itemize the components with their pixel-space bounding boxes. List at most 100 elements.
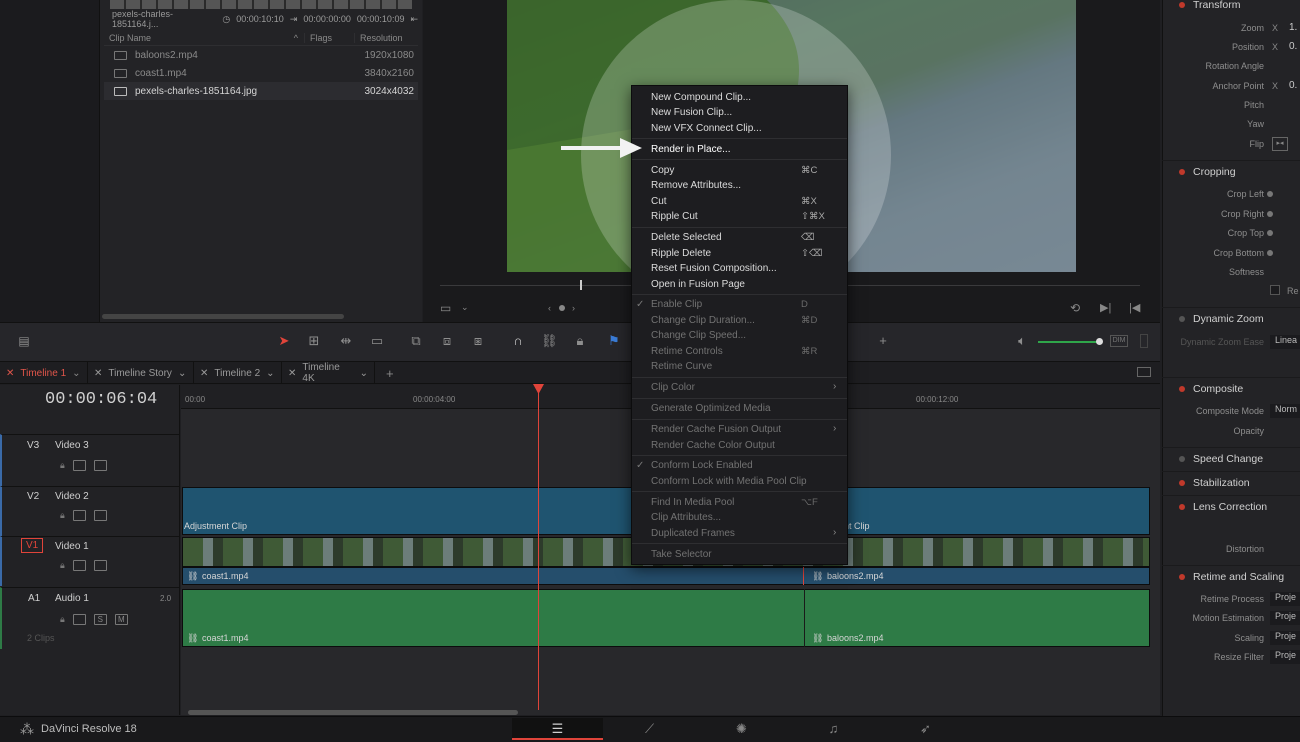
link-icon[interactable]: ⛓: [541, 333, 558, 349]
previous-icon[interactable]: ‹: [548, 303, 551, 313]
column-clip-name[interactable]: Clip Name ^: [104, 33, 304, 43]
blade-icon[interactable]: ▭: [369, 333, 385, 349]
clip-row[interactable]: baloons2.mp4 1920x1080: [104, 46, 418, 64]
menu-item-conform-lock-enabled[interactable]: Conform Lock Enabled: [651, 460, 753, 471]
section-enable-icon[interactable]: [1179, 385, 1185, 392]
edit-point[interactable]: [803, 567, 804, 585]
edit-page-icon[interactable]: ☰: [512, 718, 603, 740]
chevron-down-icon[interactable]: ⌄: [461, 302, 469, 313]
section-dynamic-zoom[interactable]: Dynamic Zoom: [1162, 307, 1300, 329]
volume-knob[interactable]: [1096, 338, 1103, 345]
playback-dot[interactable]: [559, 305, 565, 311]
section-transform[interactable]: Transform: [1162, 0, 1300, 16]
slider-knob[interactable]: [1267, 211, 1273, 217]
viewer-playhead[interactable]: [580, 280, 582, 290]
section-enable-icon[interactable]: [1179, 168, 1185, 175]
dim-button[interactable]: DIM: [1110, 335, 1128, 347]
next-icon[interactable]: ›: [572, 303, 575, 313]
media-pool-scrollbar[interactable]: [102, 314, 344, 319]
menu-item-reset-fusion-composition[interactable]: Reset Fusion Composition...: [651, 263, 777, 274]
chevron-down-icon[interactable]: ⌄: [360, 368, 368, 379]
volume-slider[interactable]: [1038, 341, 1100, 343]
chevron-down-icon[interactable]: ⌄: [72, 368, 80, 379]
chevron-down-icon[interactable]: ⌄: [178, 368, 186, 379]
next-frame-icon[interactable]: ▶|: [1100, 301, 1111, 314]
solo-button[interactable]: S: [93, 614, 107, 625]
section-lens-correction[interactable]: Lens Correction: [1162, 495, 1300, 517]
motion-estimation-dropdown[interactable]: Proje: [1270, 611, 1300, 625]
section-composite[interactable]: Composite: [1162, 377, 1300, 399]
lock-icon[interactable]: 🔒︎: [60, 560, 65, 571]
lock-icon[interactable]: 🔒︎: [60, 460, 65, 471]
layout-icon[interactable]: ▤: [16, 333, 32, 349]
menu-item-change-clip-duration[interactable]: Change Clip Duration...: [651, 315, 755, 326]
menu-item-delete-selected[interactable]: Delete Selected: [651, 232, 722, 243]
lock-icon[interactable]: 🔒︎: [60, 510, 65, 521]
last-frame-icon[interactable]: |◀: [1129, 301, 1140, 314]
section-retime-scaling[interactable]: Retime and Scaling: [1162, 565, 1300, 587]
resize-filter-dropdown[interactable]: Proje: [1270, 650, 1300, 664]
menu-item-retime-curve[interactable]: Retime Curve: [651, 361, 712, 372]
menu-item-take-selector[interactable]: Take Selector: [651, 549, 712, 560]
audio-edit-point[interactable]: [804, 589, 805, 647]
zoom-in-icon[interactable]: +: [875, 333, 891, 349]
slider-knob[interactable]: [1267, 191, 1273, 197]
flip-icon[interactable]: ▸◂: [1272, 137, 1288, 151]
tab-timeline-2[interactable]: ✕ Timeline 2 ⌄: [194, 362, 282, 384]
auto-track-select-icon[interactable]: [72, 460, 86, 471]
section-enable-icon[interactable]: [1179, 455, 1185, 462]
dynamic-trim-icon[interactable]: ⇹: [338, 333, 354, 349]
menu-item-generate-optimized-media[interactable]: Generate Optimized Media: [651, 403, 771, 414]
menu-item-conform-lock-media-pool[interactable]: Conform Lock with Media Pool Clip: [651, 476, 807, 487]
timeline-view-icon[interactable]: [1137, 367, 1151, 377]
track-name[interactable]: Video 1: [55, 541, 89, 552]
retain-checkbox[interactable]: [1270, 285, 1280, 295]
anchor-value[interactable]: 0.: [1289, 80, 1297, 91]
tab-timeline-story[interactable]: ✕ Timeline Story ⌄: [88, 362, 194, 384]
fairlight-page-icon[interactable]: ♫: [788, 718, 879, 740]
auto-track-select-icon[interactable]: [72, 614, 86, 625]
retime-process-dropdown[interactable]: Proje: [1270, 592, 1300, 606]
section-speed-change[interactable]: Speed Change: [1162, 447, 1300, 469]
flag-icon[interactable]: ⚑: [606, 333, 622, 349]
v1-clip[interactable]: [182, 567, 1150, 585]
menu-item-remove-attributes[interactable]: Remove Attributes...: [651, 180, 741, 191]
loop-icon[interactable]: ⟲: [1070, 301, 1080, 315]
scaling-dropdown[interactable]: Proje: [1270, 631, 1300, 645]
tab-timeline-1[interactable]: ✕ Timeline 1 ⌄: [0, 362, 88, 384]
menu-item-new-compound-clip[interactable]: New Compound Clip...: [651, 92, 751, 103]
lock-icon[interactable]: 🔒︎: [60, 614, 65, 625]
menu-item-render-cache-color-output[interactable]: Render Cache Color Output: [651, 440, 775, 451]
menu-item-retime-controls[interactable]: Retime Controls: [651, 346, 723, 357]
track-id[interactable]: V1: [21, 538, 44, 553]
menu-item-render-cache-fusion-output[interactable]: Render Cache Fusion Output: [651, 424, 781, 435]
slider-knob[interactable]: [1267, 230, 1273, 236]
overwrite-clip-icon[interactable]: ⧈: [439, 333, 455, 349]
menu-item-ripple-cut[interactable]: Ripple Cut: [651, 211, 698, 222]
lock-icon[interactable]: 🔒︎: [572, 333, 588, 349]
viewer-crop-icon[interactable]: ▭: [440, 301, 451, 315]
section-enable-icon[interactable]: [1179, 315, 1185, 322]
chevron-down-icon[interactable]: ⌄: [266, 368, 274, 379]
auto-track-select-icon[interactable]: [72, 560, 86, 571]
insert-clip-icon[interactable]: ⧉: [408, 333, 424, 349]
mute-button[interactable]: M: [114, 614, 128, 625]
monitor-icon[interactable]: [93, 560, 107, 571]
section-cropping[interactable]: Cropping: [1162, 160, 1300, 182]
column-flags[interactable]: Flags: [304, 32, 354, 43]
close-icon[interactable]: ✕: [288, 368, 296, 379]
section-enable-icon[interactable]: [1179, 573, 1185, 580]
replace-clip-icon[interactable]: ⧆: [470, 333, 486, 349]
volume-icon[interactable]: 🔈︎: [1014, 333, 1030, 349]
section-stabilization[interactable]: Stabilization: [1162, 471, 1300, 493]
menu-item-duplicated-frames[interactable]: Duplicated Frames: [651, 528, 735, 539]
trim-icon[interactable]: ⊞: [306, 333, 322, 349]
menu-item-ripple-delete[interactable]: Ripple Delete: [651, 248, 711, 259]
section-enable-icon[interactable]: [1179, 503, 1185, 510]
menu-item-open-in-fusion-page[interactable]: Open in Fusion Page: [651, 279, 745, 290]
track-name[interactable]: Video 3: [55, 440, 89, 451]
section-enable-icon[interactable]: [1179, 2, 1185, 8]
monitor-icon[interactable]: [93, 460, 107, 471]
clip-row[interactable]: pexels-charles-1851164.jpg 3024x4032: [104, 82, 418, 100]
menu-item-new-vfx-connect-clip[interactable]: New VFX Connect Clip...: [651, 123, 762, 134]
